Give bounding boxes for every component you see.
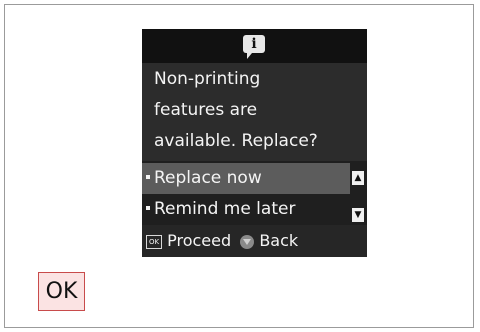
ok-key-icon: OK	[146, 234, 162, 249]
option-remind-me-later[interactable]: Remind me later	[142, 194, 350, 225]
footer-bar: OK Proceed Back	[142, 225, 367, 257]
message-line: available. Replace?	[154, 131, 318, 151]
proceed-label: Proceed	[167, 231, 232, 250]
back-label: Back	[259, 231, 299, 250]
option-replace-now[interactable]: Replace now	[142, 163, 350, 194]
message-box: Non-printing features are available. Rep…	[142, 63, 367, 161]
lcd-screen: i Non-printing features are available. R…	[142, 29, 367, 257]
message-line: Non-printing	[154, 69, 261, 89]
panel-frame: i Non-printing features are available. R…	[4, 4, 474, 328]
message-line: features are	[154, 100, 258, 120]
bullet-icon	[146, 205, 150, 210]
bullet-icon	[146, 174, 150, 179]
scroll-down-icon[interactable]: ▼	[352, 208, 364, 222]
scroll-up-icon[interactable]: ▲	[352, 171, 364, 185]
back-key-icon	[240, 234, 255, 249]
option-label: Replace now	[154, 168, 262, 188]
info-header: i	[142, 29, 367, 63]
ok-button-badge[interactable]: OK	[38, 272, 85, 311]
info-icon: i	[243, 35, 265, 59]
option-label: Remind me later	[154, 199, 296, 219]
